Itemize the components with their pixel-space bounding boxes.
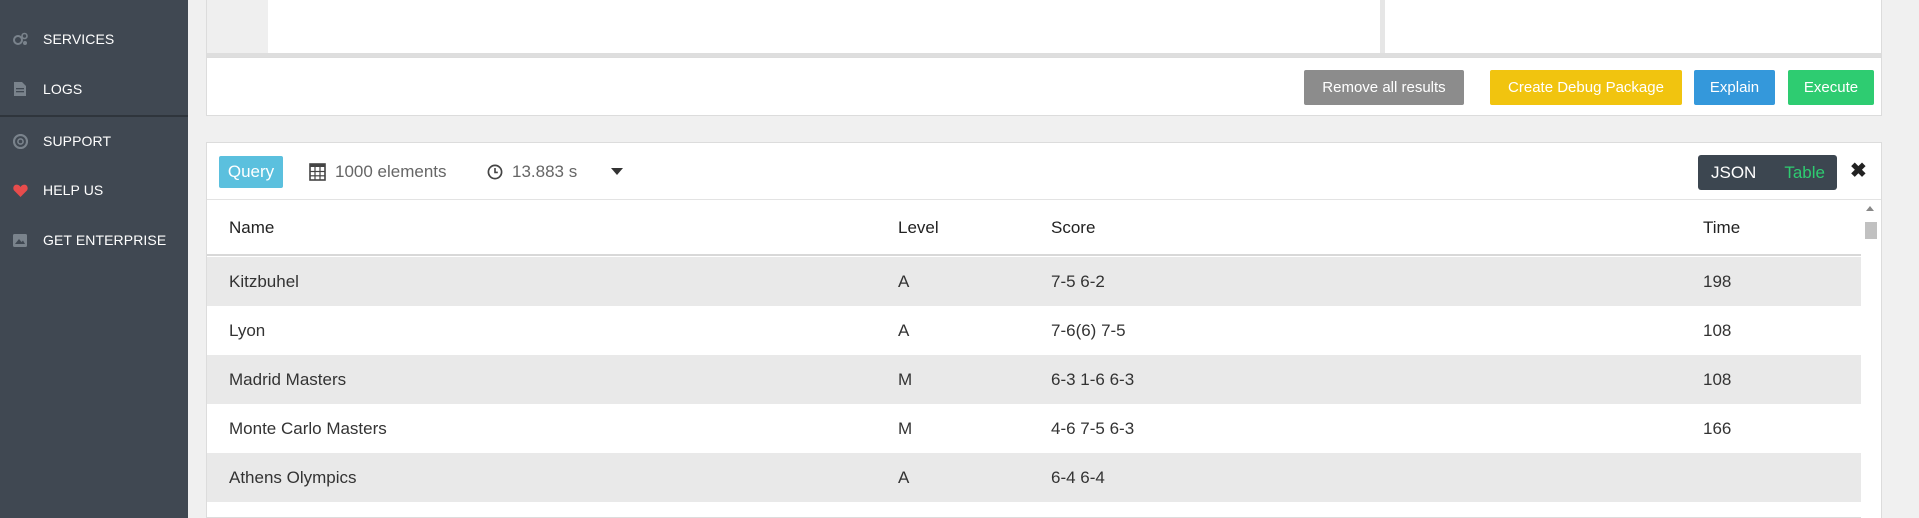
enterprise-icon	[12, 232, 28, 248]
sidebar-item-services[interactable]: SERVICES	[0, 15, 188, 63]
table-row[interactable]: Monte Carlo Masters M 4-6 7-5 6-3 166	[207, 404, 1861, 453]
sidebar-item-label: GET ENTERPRISE	[43, 232, 167, 248]
services-icon	[12, 31, 28, 47]
cell-time: 198	[1703, 272, 1732, 291]
execution-time: 13.883 s	[487, 158, 577, 186]
logs-icon	[12, 81, 28, 97]
table-row[interactable]: Athens Olympics A 6-4 6-4	[207, 453, 1861, 502]
cell-score: 4-6 7-5 6-3	[1051, 419, 1135, 438]
cell-name: Madrid Masters	[229, 370, 347, 389]
sidebar-item-logs[interactable]: LOGS	[0, 65, 188, 113]
cell-level: M	[898, 419, 913, 438]
cell-name: Athens Olympics	[229, 468, 357, 487]
cell-level: M	[898, 370, 913, 389]
create-debug-package-button[interactable]: Create Debug Package	[1490, 70, 1682, 105]
element-count: 1000 elements	[309, 158, 447, 186]
editor-resize-bar[interactable]	[207, 53, 1881, 57]
chevron-down-icon[interactable]	[611, 168, 623, 175]
cell-score: 6-4 6-4	[1051, 468, 1105, 487]
scroll-thumb[interactable]	[1865, 222, 1877, 239]
cell-level: A	[898, 468, 910, 487]
sidebar-item-label: HELP US	[43, 182, 104, 198]
cell-name: Lyon	[229, 321, 266, 340]
editor-pane-divider[interactable]	[1380, 0, 1385, 54]
column-header-score[interactable]: Score	[1051, 218, 1095, 238]
remove-all-results-button[interactable]: Remove all results	[1304, 70, 1464, 105]
editor-gutter	[207, 0, 268, 54]
sidebar-item-label: SUPPORT	[43, 133, 112, 149]
cell-score: 7-5 6-2	[1051, 272, 1105, 291]
heart-icon	[12, 182, 28, 198]
cell-level: A	[898, 272, 910, 291]
cell-time: 108	[1703, 321, 1732, 340]
table-row[interactable]: Kitzbuhel A 7-5 6-2 198	[207, 257, 1861, 306]
cell-time: 166	[1703, 419, 1732, 438]
query-badge[interactable]: Query	[219, 156, 283, 188]
table-row[interactable]: Lyon A 7-6(6) 7-5 108	[207, 306, 1861, 355]
execution-time-text: 13.883 s	[512, 162, 578, 181]
table-header: Name Level Score Time	[207, 200, 1861, 256]
result-panel: Query 1000 elements 13.883 s JSON Table …	[206, 142, 1882, 518]
cell-level: A	[898, 321, 910, 340]
results-table: Name Level Score Time Kitzbuhel A 7-5 6-…	[207, 200, 1861, 518]
cell-time: 108	[1703, 370, 1732, 389]
table-view-button[interactable]: Table	[1784, 163, 1825, 183]
column-header-name[interactable]: Name	[229, 218, 274, 238]
cell-score: 6-3 1-6 6-3	[1051, 370, 1135, 389]
close-icon[interactable]: ✖	[1850, 161, 1867, 181]
sidebar: SERVICES LOGS SUPPORT HELP US GET ENTERP…	[0, 0, 188, 518]
result-header: Query 1000 elements 13.883 s JSON Table …	[207, 143, 1881, 200]
sidebar-item-support[interactable]: SUPPORT	[0, 117, 188, 165]
cell-name: Monte Carlo Masters	[229, 419, 387, 438]
element-count-text: 1000 elements	[335, 162, 447, 181]
column-header-time[interactable]: Time	[1703, 218, 1740, 238]
sidebar-item-label: SERVICES	[43, 31, 115, 47]
sidebar-item-get-enterprise[interactable]: GET ENTERPRISE	[0, 216, 188, 264]
view-toggle: JSON Table	[1698, 155, 1837, 190]
explain-button[interactable]: Explain	[1694, 70, 1775, 105]
column-header-level[interactable]: Level	[898, 218, 939, 238]
table-row[interactable]: Madrid Masters M 6-3 1-6 6-3 108	[207, 355, 1861, 404]
cell-name: Kitzbuhel	[229, 272, 299, 291]
cell-score: 7-6(6) 7-5	[1051, 321, 1126, 340]
action-bar: Remove all results Create Debug Package …	[206, 58, 1882, 116]
json-view-button[interactable]: JSON	[1711, 163, 1756, 183]
query-editor[interactable]	[206, 0, 1882, 58]
support-icon	[12, 133, 28, 149]
scroll-up-arrow-icon[interactable]	[1866, 206, 1874, 211]
sidebar-item-help-us[interactable]: HELP US	[0, 166, 188, 214]
clock-icon	[487, 164, 503, 180]
sidebar-item-label: LOGS	[43, 81, 83, 97]
table-grid-icon	[309, 163, 326, 181]
execute-button[interactable]: Execute	[1788, 70, 1874, 105]
table-scrollbar[interactable]	[1861, 200, 1881, 518]
